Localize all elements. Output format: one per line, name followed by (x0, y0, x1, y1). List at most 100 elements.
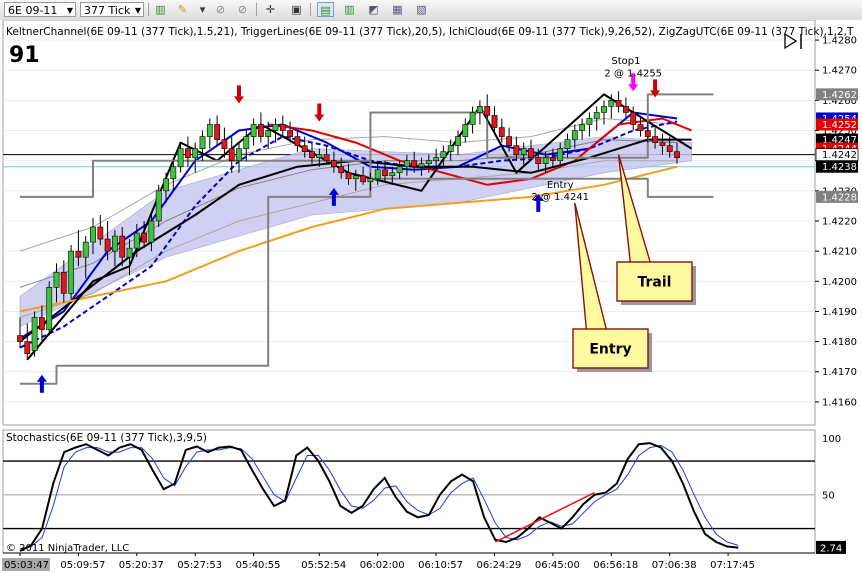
candle-body (652, 136, 658, 143)
time-tick-label: 05:03:47 (4, 560, 49, 571)
candle-body (367, 178, 374, 183)
candle (46, 281, 53, 336)
candle-body (557, 148, 564, 161)
candle (31, 311, 38, 357)
candle-body (608, 100, 615, 107)
time-tick-label: 05:52:54 (301, 560, 346, 571)
candle-body (97, 226, 104, 240)
properties-icon[interactable]: ▣ (288, 2, 305, 17)
candle-body (440, 151, 447, 158)
time-tick-label: 07:06:38 (652, 560, 697, 571)
candle-body (148, 220, 155, 243)
candle-body (279, 124, 286, 131)
price-tick-label: 1.4210 (822, 247, 857, 258)
chart-window: 6E 09-11 ▼ 377 Tick ▼ ▥ ✎ ▾ ⊘ ⊘ ✛ ▣ ▤ ▥ ◩ … (0, 0, 862, 573)
candle-body (17, 335, 23, 342)
candle-body (228, 148, 235, 161)
chart-trader-icon[interactable]: ◩ (365, 2, 382, 17)
candle-body (236, 148, 242, 161)
stochastics-tick-label: 100 (822, 434, 841, 445)
candle-body (272, 124, 279, 131)
candle-body (491, 115, 498, 128)
candle-body (316, 154, 323, 158)
candle-body (185, 148, 191, 158)
template-icon[interactable]: ▧ (413, 2, 430, 17)
time-tick-label: 05:20:37 (119, 560, 164, 571)
candle-body (513, 145, 520, 155)
price-tick-label: 1.4220 (822, 216, 857, 227)
callout-label: Entry (589, 342, 631, 358)
price-marker: 1.4238 (816, 160, 858, 173)
data-box-icon[interactable]: ▦ (389, 2, 406, 17)
candle-body (301, 145, 308, 152)
candle-body (593, 112, 600, 119)
price-marker-label: 1.4252 (822, 120, 857, 131)
candle-body (133, 232, 140, 249)
candle-body (163, 178, 169, 192)
candle-body (265, 130, 272, 137)
chart[interactable]: Stop12 @ 1.4255Entry2 @ 1.4241 TrailEntr… (0, 20, 862, 573)
candle-body (549, 157, 556, 161)
candle-body (615, 100, 622, 107)
candle-body (659, 142, 666, 146)
candle-body (38, 317, 45, 330)
candle-body (82, 241, 89, 258)
stochastics-legend: Stochastics(6E 09-11 (377 Tick),3,9,5) (6, 432, 207, 444)
price-marker-label: 1.4242 (822, 150, 857, 161)
candle-body (31, 317, 38, 351)
candle-body (535, 157, 542, 165)
chevron-down-icon: ▼ (66, 6, 73, 15)
candle-body (199, 136, 206, 149)
price-tick-label: 1.4160 (822, 397, 857, 408)
candle-body (287, 130, 293, 137)
time-tick-label: 07:17:45 (710, 560, 755, 571)
toolbar-separator (310, 3, 311, 16)
candle-body (206, 124, 213, 137)
stochastics-tick-label: 50 (822, 490, 835, 501)
candle-body (396, 166, 403, 174)
candle-body (323, 154, 330, 161)
instrument-selector[interactable]: 6E 09-11 ▼ (4, 2, 76, 17)
zoom-icon[interactable]: ⊘ (234, 2, 251, 17)
candle-body (257, 124, 264, 137)
candle (155, 184, 162, 228)
candle-body (462, 124, 469, 137)
pencil-icon[interactable]: ✎ (174, 2, 191, 17)
candle-body (177, 148, 184, 168)
crosshair-icon[interactable]: ✛ (262, 2, 279, 17)
candle-body (112, 235, 118, 252)
chart-toolbar: 6E 09-11 ▼ 377 Tick ▼ ▥ ✎ ▾ ⊘ ⊘ ✛ ▣ ▤ ▥ ◩ … (0, 0, 862, 21)
candle-body (476, 106, 483, 113)
candle-body (644, 130, 651, 137)
candle-body (104, 238, 111, 252)
candle-body (68, 250, 74, 294)
price-tick-label: 1.4190 (822, 307, 857, 318)
chevron-down-icon: ▼ (134, 6, 141, 15)
candle-body (542, 157, 549, 165)
candle-body (345, 172, 352, 180)
zoom-icon[interactable]: ⊘ (212, 2, 229, 17)
candle-body (455, 136, 461, 146)
candle-body (360, 175, 366, 183)
candle-body (221, 139, 228, 149)
candle-body (498, 127, 505, 137)
price-marker: 1.4228 (816, 190, 858, 203)
trade-annotation: 2 @ 1.4255 (604, 68, 662, 79)
candle-body (141, 232, 147, 243)
time-tick-label: 05:27:53 (177, 560, 222, 571)
candle-body (170, 166, 177, 180)
bar-counter: 91 (9, 43, 40, 68)
candle-body (447, 145, 454, 152)
period-selector[interactable]: 377 Tick ▼ (80, 2, 144, 17)
indicator-icon[interactable]: ▥ (341, 2, 358, 17)
candle-body (484, 106, 491, 116)
draw-tool-icon[interactable]: ▾ (194, 2, 211, 17)
trade-annotation: Stop1 (611, 56, 640, 67)
candle-body (564, 139, 571, 149)
price-marker: 1.4242 (815, 148, 859, 161)
candle-body (155, 190, 162, 222)
strategy-icon[interactable]: ▤ (317, 2, 334, 17)
price-marker-label: 1.4238 (822, 162, 857, 173)
bar-chart-icon[interactable]: ▥ (152, 2, 169, 17)
candle-body (528, 148, 534, 158)
